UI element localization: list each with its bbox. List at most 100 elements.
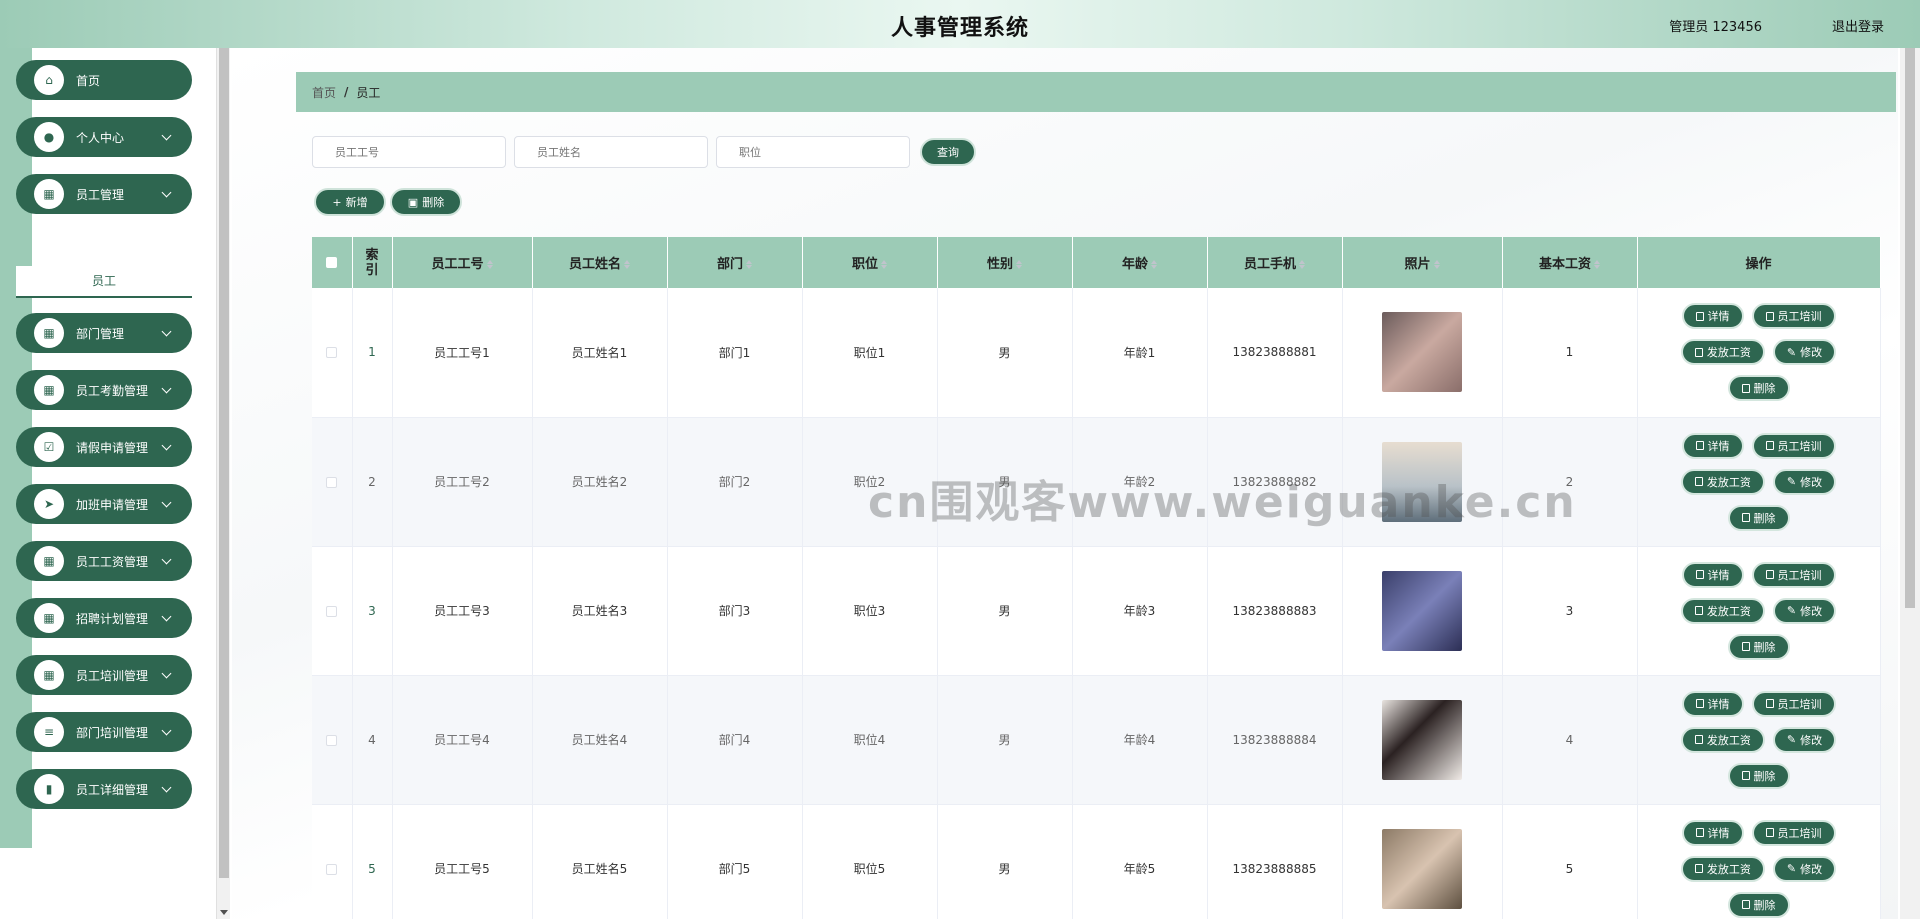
sidebar-item-salary-management[interactable]: ▦ 员工工资管理 xyxy=(16,541,192,581)
trash-icon xyxy=(1741,642,1750,651)
scrollbar-thumb[interactable] xyxy=(219,48,229,878)
row-delete-button[interactable]: 删除 xyxy=(1727,375,1790,402)
row-select-cell[interactable] xyxy=(312,675,353,805)
detail-button[interactable]: 详情 xyxy=(1681,561,1744,588)
row-checkbox[interactable] xyxy=(326,347,338,359)
page-scrollbar[interactable] xyxy=(1900,48,1920,919)
select-all-header[interactable] xyxy=(312,237,353,288)
pay-salary-button[interactable]: 发放工资 xyxy=(1680,855,1765,882)
scrollbar-thumb[interactable] xyxy=(1905,48,1915,608)
pay-salary-button[interactable]: 发放工资 xyxy=(1680,597,1765,624)
sidebar-item-home[interactable]: ⌂ 首页 xyxy=(16,60,192,100)
training-button[interactable]: 员工培训 xyxy=(1751,303,1836,330)
sidebar-item-recruitment-management[interactable]: ▦ 招聘计划管理 xyxy=(16,598,192,638)
sidebar-item-employee-details[interactable]: ▮ 员工详细管理 xyxy=(16,769,192,809)
row-checkbox[interactable] xyxy=(326,734,338,746)
sidebar-item-leave-management[interactable]: ☑ 请假申请管理 xyxy=(16,427,192,467)
cell-age: 年龄1 xyxy=(1072,288,1208,418)
header-department[interactable]: 部门 xyxy=(667,237,803,288)
header-phone[interactable]: 员工手机 xyxy=(1207,237,1343,288)
cell-base-salary: 2 xyxy=(1502,417,1638,547)
pencil-icon: ✎ xyxy=(1786,604,1797,617)
detail-button[interactable]: 详情 xyxy=(1681,432,1744,459)
row-delete-button[interactable]: 删除 xyxy=(1727,504,1790,531)
cell-employee-no: 员工工号1 xyxy=(392,288,533,418)
row-delete-button[interactable]: 删除 xyxy=(1727,633,1790,660)
query-button[interactable]: 查询 xyxy=(920,138,976,166)
grid-icon: ▦ xyxy=(34,603,64,633)
pay-salary-button[interactable]: 发放工资 xyxy=(1680,726,1765,753)
row-select-cell[interactable] xyxy=(312,804,353,919)
logout-link[interactable]: 退出登录 xyxy=(1832,16,1884,35)
chevron-down-icon xyxy=(162,442,172,452)
sidebar-subitem-employee[interactable]: 员工 xyxy=(16,266,192,298)
delete-button-label: 删除 xyxy=(422,196,445,209)
sort-icon xyxy=(624,260,630,269)
sidebar-item-label: 员工考勤管理 xyxy=(76,383,149,398)
breadcrumb-home[interactable]: 首页 xyxy=(312,84,336,101)
row-select-cell[interactable] xyxy=(312,417,353,547)
row-checkbox[interactable] xyxy=(326,863,338,875)
sidebar-item-attendance-management[interactable]: ▦ 员工考勤管理 xyxy=(16,370,192,410)
training-button[interactable]: 员工培训 xyxy=(1751,819,1836,846)
pay-salary-button[interactable]: 发放工资 xyxy=(1680,468,1765,495)
employee-photo[interactable] xyxy=(1382,570,1462,651)
header-base-salary[interactable]: 基本工资 xyxy=(1502,237,1638,288)
sidebar-item-overtime-management[interactable]: ➤ 加班申请管理 xyxy=(16,484,192,524)
sidebar-scrollbar[interactable] xyxy=(216,48,230,919)
row-delete-button[interactable]: 删除 xyxy=(1727,891,1790,918)
employee-photo[interactable] xyxy=(1382,828,1462,909)
breadcrumb: 首页 / 员工 xyxy=(296,72,1896,112)
sidebar-item-label: 个人中心 xyxy=(76,130,125,145)
chevron-down-icon xyxy=(162,613,172,623)
pay-salary-button[interactable]: 发放工资 xyxy=(1680,339,1765,366)
employee-photo[interactable] xyxy=(1382,312,1462,393)
table-row: 1 员工工号1 员工姓名1 部门1 职位1 男年龄1 13823888881 1 详情 员工培训发… xyxy=(312,288,1881,418)
grid-icon: ▦ xyxy=(34,546,64,576)
training-button[interactable]: 员工培训 xyxy=(1751,690,1836,717)
row-select-cell[interactable] xyxy=(312,288,353,418)
header-employee-no[interactable]: 员工工号 xyxy=(392,237,533,288)
row-select-cell[interactable] xyxy=(312,546,353,676)
edit-button[interactable]: ✎ 修改 xyxy=(1772,597,1837,624)
employee-no-search-input[interactable] xyxy=(312,136,506,168)
select-all-checkbox[interactable] xyxy=(326,257,338,268)
header-sex[interactable]: 性别 xyxy=(937,237,1073,288)
header-age[interactable]: 年龄 xyxy=(1072,237,1208,288)
sidebar-item-label: 员工详细管理 xyxy=(76,782,149,797)
position-search-input[interactable] xyxy=(716,136,910,168)
detail-button[interactable]: 详情 xyxy=(1681,690,1744,717)
sidebar-item-employee-management[interactable]: ▦ 员工管理 xyxy=(16,174,192,214)
edit-button[interactable]: ✎ 修改 xyxy=(1772,339,1837,366)
cell-actions: 详情 员工培训发放工资 ✎ 修改删除 xyxy=(1637,675,1881,805)
row-delete-button[interactable]: 删除 xyxy=(1727,762,1790,789)
sidebar-item-employee-training[interactable]: ▦ 员工培训管理 xyxy=(16,655,192,695)
header-position[interactable]: 职位 xyxy=(802,237,938,288)
edit-button[interactable]: ✎ 修改 xyxy=(1772,468,1837,495)
cell-index: 2 xyxy=(352,417,393,547)
chevron-down-icon xyxy=(162,189,172,199)
chevron-down-icon xyxy=(162,385,172,395)
row-checkbox[interactable] xyxy=(326,605,338,617)
batch-delete-button[interactable]: ▣ 删除 xyxy=(390,188,462,216)
sidebar-item-label: 首页 xyxy=(76,73,101,88)
detail-button[interactable]: 详情 xyxy=(1681,819,1744,846)
add-button[interactable]: + 新增 xyxy=(314,188,386,216)
employee-name-search-input[interactable] xyxy=(514,136,708,168)
check-icon: ☑ xyxy=(34,432,64,462)
employee-photo[interactable] xyxy=(1382,699,1462,780)
training-button[interactable]: 员工培训 xyxy=(1751,432,1836,459)
document-icon xyxy=(1765,311,1774,321)
row-checkbox[interactable] xyxy=(326,476,338,488)
edit-button[interactable]: ✎ 修改 xyxy=(1772,726,1837,753)
sidebar-item-personal-center[interactable]: ● 个人中心 xyxy=(16,117,192,157)
header-photo[interactable]: 照片 xyxy=(1342,237,1503,288)
employee-photo[interactable] xyxy=(1382,441,1462,522)
sidebar-item-department-training[interactable]: ≡ 部门培训管理 xyxy=(16,712,192,752)
sidebar-item-department-management[interactable]: ▦ 部门管理 xyxy=(16,313,192,353)
edit-button[interactable]: ✎ 修改 xyxy=(1772,855,1837,882)
detail-button[interactable]: 详情 xyxy=(1681,303,1744,330)
scroll-down-arrow-icon[interactable] xyxy=(220,910,228,915)
header-employee-name[interactable]: 员工姓名 xyxy=(532,237,668,288)
training-button[interactable]: 员工培训 xyxy=(1751,561,1836,588)
